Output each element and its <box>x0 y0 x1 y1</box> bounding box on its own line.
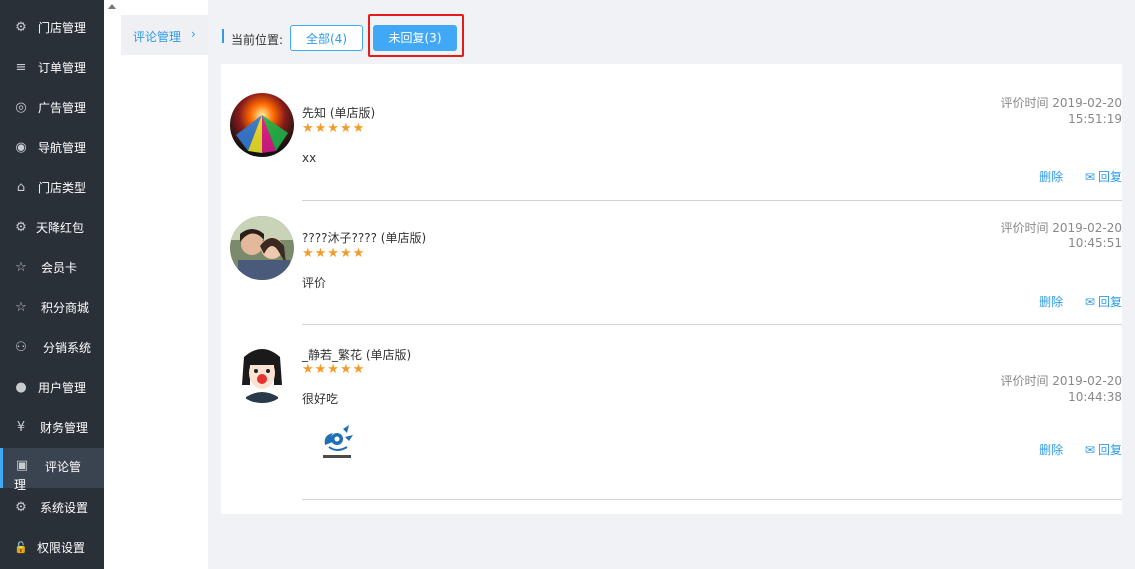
star-icon: ☆ <box>15 300 27 315</box>
review-actions: 删除 ✉ 回复 <box>1039 293 1122 310</box>
sidebar-item-label: 用户管理 <box>38 381 87 395</box>
sidebar-item-label: 订单管理 <box>38 61 87 75</box>
secondary-menu-label: 评论管理 <box>133 30 182 44</box>
sidebar-item-reviews[interactable]: ▣ 评论管理 <box>0 448 104 492</box>
sidebar-item-permissions[interactable]: 🔓 权限设置 <box>0 528 104 568</box>
review-actions: 删除 ✉ 回复 <box>1039 441 1122 458</box>
sidebar-item-red-packet[interactable]: ⚙ 天降红包 <box>0 208 104 248</box>
secondary-menu: 评论管理 › <box>121 0 208 569</box>
bank-icon: ⌂ <box>16 180 26 195</box>
delete-button[interactable]: 删除 <box>1039 168 1063 185</box>
avatar <box>230 339 294 403</box>
star-icon: ☆ <box>15 260 27 275</box>
review-comment: 评价 <box>302 276 327 290</box>
sidebar-item-finance[interactable]: ¥ 财务管理 <box>0 408 104 448</box>
main-sidebar: ⚙ 门店管理 ≡ 订单管理 ◎ 广告管理 ◉ 导航管理 ⌂ 门店类型 ⚙ 天降红… <box>0 0 104 569</box>
envelope-icon: ✉ <box>1084 295 1095 309</box>
reviewer-name: 先知 (单店版) <box>302 106 376 120</box>
sidebar-item-stores[interactable]: ⚙ 门店管理 <box>0 8 104 48</box>
avatar <box>230 93 294 157</box>
review-time-label: 评价时间 2019-02-20 <box>1000 221 1122 235</box>
review-item: ????沐子???? (单店版) ★★★★★ 评价 评价时间 2019-02-2… <box>221 201 1122 325</box>
sidebar-item-label: 广告管理 <box>38 101 87 115</box>
secondary-menu-item-reviews[interactable]: 评论管理 › <box>121 15 208 55</box>
compass-icon: ◉ <box>15 140 27 155</box>
rating-stars: ★★★★★ <box>302 121 366 136</box>
rating-stars: ★★★★★ <box>302 246 366 261</box>
sidebar-item-label: 积分商城 <box>41 301 90 315</box>
rating-stars: ★★★★★ <box>302 362 366 377</box>
review-comment: 很好吃 <box>302 392 339 406</box>
delete-button[interactable]: 删除 <box>1039 293 1063 310</box>
sidebar-item-label: 会员卡 <box>41 261 78 275</box>
sidebar-item-navigation[interactable]: ◉ 导航管理 <box>0 128 104 168</box>
lifebuoy-icon: ◎ <box>15 100 27 115</box>
users-icon: ⚇ <box>15 340 27 355</box>
scroll-up-icon[interactable] <box>108 4 116 9</box>
reply-label: 回复 <box>1097 443 1122 457</box>
location-marker <box>222 29 224 43</box>
sidebar-item-ads[interactable]: ◎ 广告管理 <box>0 88 104 128</box>
divider <box>302 499 1122 500</box>
review-list: 先知 (单店版) ★★★★★ xx 评价时间 2019-02-20 15:51:… <box>221 64 1122 514</box>
scroll-track[interactable] <box>104 0 121 569</box>
tab-all[interactable]: 全部(4) <box>290 25 363 51</box>
review-photo[interactable] <box>315 421 359 465</box>
unlock-icon: 🔓 <box>14 541 28 554</box>
delete-button[interactable]: 删除 <box>1039 441 1063 458</box>
review-time-label: 评价时间 2019-02-20 <box>1000 96 1122 110</box>
reply-button[interactable]: ✉ 回复 <box>1085 441 1122 458</box>
chevron-right-icon: › <box>191 27 196 41</box>
sidebar-item-label: 财务管理 <box>40 421 89 435</box>
review-item: 先知 (单店版) ★★★★★ xx 评价时间 2019-02-20 15:51:… <box>221 64 1122 201</box>
location-label: 当前位置: <box>231 33 284 47</box>
topbar: 当前位置: 全部(4) 未回复(3) <box>208 0 1135 64</box>
review-time: 10:45:51 <box>1068 236 1122 250</box>
sidebar-item-store-types[interactable]: ⌂ 门店类型 <box>0 168 104 208</box>
sidebar-item-label: 导航管理 <box>38 141 87 155</box>
list-icon: ≡ <box>15 60 27 75</box>
coins-icon: ⚙ <box>15 220 27 235</box>
sidebar-item-label: 门店类型 <box>38 181 87 195</box>
reviewer-name: ????沐子???? (单店版) <box>302 231 427 245</box>
sidebar-item-member-card[interactable]: ☆ 会员卡 <box>0 248 104 288</box>
reviewer-name: _静若_繁花 (单店版) <box>302 348 412 362</box>
sidebar-item-distribution[interactable]: ⚇ 分销系统 <box>0 328 104 368</box>
envelope-icon: ✉ <box>1084 443 1095 457</box>
sidebar-item-label: 天降红包 <box>36 221 85 235</box>
sidebar-item-points-mall[interactable]: ☆ 积分商城 <box>0 288 104 328</box>
review-time: 10:44:38 <box>1068 390 1122 404</box>
sidebar-item-orders[interactable]: ≡ 订单管理 <box>0 48 104 88</box>
sidebar-item-users[interactable]: ● 用户管理 <box>0 368 104 408</box>
yen-icon: ¥ <box>16 420 26 435</box>
user-icon: ● <box>15 380 27 395</box>
sidebar-item-label: 分销系统 <box>43 341 92 355</box>
reply-label: 回复 <box>1097 295 1122 309</box>
review-time: 15:51:19 <box>1068 112 1122 126</box>
sidebar-item-system-settings[interactable]: ⚙ 系统设置 <box>0 488 104 528</box>
sidebar-item-label: 系统设置 <box>40 501 89 515</box>
avatar <box>230 216 294 280</box>
sidebar-item-label: 门店管理 <box>38 21 87 35</box>
envelope-icon: ✉ <box>1084 170 1095 184</box>
review-comment: xx <box>302 151 317 165</box>
stores-icon: ⚙ <box>15 20 27 35</box>
reply-label: 回复 <box>1097 170 1122 184</box>
reply-button[interactable]: ✉ 回复 <box>1085 168 1122 185</box>
reply-button[interactable]: ✉ 回复 <box>1085 293 1122 310</box>
highlight-box <box>368 14 464 57</box>
review-time-label: 评价时间 2019-02-20 <box>1000 374 1122 388</box>
sidebar-item-label: 权限设置 <box>37 541 86 555</box>
gear-icon: ⚙ <box>15 500 27 515</box>
review-item: _静若_繁花 (单店版) ★★★★★ 很好吃 评价时间 2019-02-20 1… <box>221 325 1122 500</box>
review-actions: 删除 ✉ 回复 <box>1039 168 1122 185</box>
